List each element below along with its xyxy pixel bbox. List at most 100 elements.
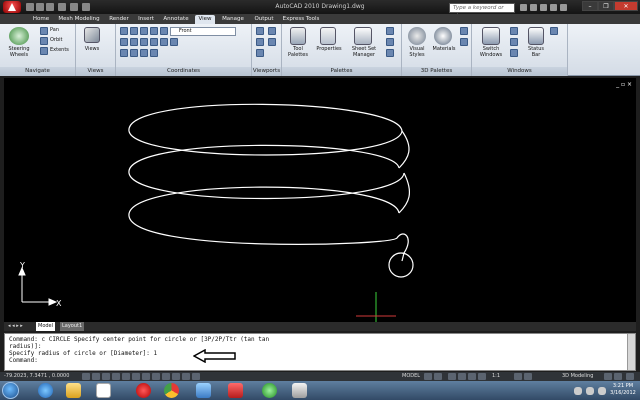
ucs-apply-icon[interactable] xyxy=(120,49,128,57)
ucs-object-icon[interactable] xyxy=(160,27,168,35)
qp-toggle[interactable] xyxy=(182,373,190,380)
3dosnap-toggle[interactable] xyxy=(132,373,140,380)
ucs-world-icon[interactable] xyxy=(130,27,138,35)
viewports-panel-label[interactable]: Viewports xyxy=(252,67,281,76)
extents-label[interactable]: Extents xyxy=(50,47,69,54)
opera-icon[interactable] xyxy=(136,383,151,398)
quickcalc-icon[interactable] xyxy=(386,49,394,57)
named-viewports-icon[interactable] xyxy=(268,27,276,35)
coordinates-readout[interactable]: -79.2023, 7.3471 , 0.0000 xyxy=(4,372,69,381)
annotation-scale[interactable]: 1:1 xyxy=(492,372,500,381)
lwt-toggle[interactable] xyxy=(172,373,180,380)
polar-toggle[interactable] xyxy=(112,373,120,380)
tile-horizontal-icon[interactable] xyxy=(510,27,518,35)
user-interface-icon[interactable] xyxy=(550,27,558,35)
command-window[interactable]: Command: c CIRCLE Specify center point f… xyxy=(4,333,636,371)
join-viewports-icon[interactable] xyxy=(256,38,264,46)
sheet-set-manager-label[interactable]: Sheet Set Manager xyxy=(346,46,382,58)
ucs-x-icon[interactable] xyxy=(150,38,158,46)
pan-icon[interactable] xyxy=(40,27,48,35)
3d-palettes-panel-label[interactable]: 3D Palettes xyxy=(402,67,471,76)
pan-label[interactable]: Pan xyxy=(50,27,59,34)
autoscale-icon[interactable] xyxy=(524,373,532,380)
orbit-icon[interactable] xyxy=(40,37,48,45)
drawing-viewport[interactable]: _ ▫ × Y X xyxy=(4,78,636,322)
views-panel-label[interactable]: Views xyxy=(76,67,115,76)
restore-button[interactable]: ❐ xyxy=(598,1,614,11)
steeringwheel-status-icon[interactable] xyxy=(468,373,476,380)
cascade-icon[interactable] xyxy=(510,49,518,57)
palettes-panel-label[interactable]: Palettes xyxy=(282,67,401,76)
properties-label[interactable]: Properties xyxy=(312,46,346,52)
autocad-taskbar-icon[interactable] xyxy=(228,383,243,398)
tab-annotate[interactable]: Annotate xyxy=(160,15,192,24)
viewport-config-icon[interactable] xyxy=(256,27,264,35)
tab-view[interactable]: View xyxy=(195,15,215,24)
ucs-origin-icon[interactable] xyxy=(120,38,128,46)
lock-icon[interactable] xyxy=(604,373,612,380)
coordinates-panel-label[interactable]: Coordinates xyxy=(116,67,251,76)
status-bar-icon[interactable] xyxy=(528,27,544,45)
paint-icon[interactable] xyxy=(96,383,111,398)
tab-insert[interactable]: Insert xyxy=(135,15,157,24)
utorrent-icon[interactable] xyxy=(262,383,277,398)
ucs-view-select[interactable]: Front xyxy=(170,27,236,36)
ucs-face-icon[interactable] xyxy=(150,27,158,35)
switch-windows-icon[interactable] xyxy=(482,27,500,45)
model-space-label[interactable]: MODEL xyxy=(402,372,420,381)
command-input[interactable]: Command: xyxy=(9,357,631,364)
pan-status-icon[interactable] xyxy=(448,373,456,380)
tab-express-tools[interactable]: Express Tools xyxy=(281,15,321,24)
markup-set-icon[interactable] xyxy=(386,38,394,46)
navigate-panel-label[interactable]: Navigate xyxy=(0,67,75,76)
dyn-toggle[interactable] xyxy=(162,373,170,380)
properties-icon[interactable] xyxy=(320,27,336,45)
quick-view-layouts-icon[interactable] xyxy=(424,373,432,380)
materials-label[interactable]: Materials xyxy=(428,46,460,52)
ortho-toggle[interactable] xyxy=(102,373,110,380)
switch-windows-label[interactable]: Switch Windows xyxy=(474,46,508,58)
clip-viewport-icon[interactable] xyxy=(268,38,276,46)
ducs-toggle[interactable] xyxy=(152,373,160,380)
steering-wheels-icon[interactable] xyxy=(9,27,29,45)
grid-toggle[interactable] xyxy=(92,373,100,380)
otrack-toggle[interactable] xyxy=(142,373,150,380)
tab-manage[interactable]: Manage xyxy=(219,15,247,24)
file-explorer-icon[interactable] xyxy=(66,383,81,398)
orbit-label[interactable]: Orbit xyxy=(50,37,63,44)
design-center-icon[interactable] xyxy=(386,27,394,35)
windows-media-icon[interactable] xyxy=(196,383,211,398)
drawing-canvas[interactable]: Y X xyxy=(4,78,636,322)
sheet-set-manager-icon[interactable] xyxy=(354,27,372,45)
workspace-switch[interactable]: 3D Modeling xyxy=(562,372,593,381)
taskbar-clock[interactable]: 3:21 PM 3/16/2012 xyxy=(610,383,636,397)
start-button[interactable] xyxy=(2,382,19,399)
visual-styles-icon[interactable] xyxy=(408,27,426,45)
close-button[interactable]: ✕ xyxy=(614,1,638,11)
windows-panel-label[interactable]: Windows xyxy=(472,67,567,76)
tab-layout1[interactable]: Layout1 xyxy=(60,322,85,331)
ucs-z-icon[interactable] xyxy=(170,38,178,46)
ucs-3point-icon[interactable] xyxy=(140,38,148,46)
chrome-icon[interactable] xyxy=(164,383,179,398)
minimize-button[interactable]: – xyxy=(582,1,598,11)
ucs-previous-icon[interactable] xyxy=(140,27,148,35)
search-icon[interactable] xyxy=(520,4,527,11)
extents-icon[interactable] xyxy=(40,47,48,55)
tray-power-icon[interactable] xyxy=(598,387,606,395)
tab-model[interactable]: Model xyxy=(36,322,56,331)
tab-render[interactable]: Render xyxy=(106,15,132,24)
tray-network-icon[interactable] xyxy=(574,387,582,395)
command-scrollbar[interactable] xyxy=(627,334,635,370)
views-cube-icon[interactable] xyxy=(84,27,100,43)
subscription-icon[interactable] xyxy=(530,4,537,11)
tray-settings-icon[interactable] xyxy=(614,373,622,380)
search-input[interactable]: Type a keyword or phrase xyxy=(449,3,515,19)
ucs-zaxis-icon[interactable] xyxy=(130,38,138,46)
ucs-display-icon[interactable] xyxy=(150,49,158,57)
quick-view-drawings-icon[interactable] xyxy=(434,373,442,380)
zoom-status-icon[interactable] xyxy=(458,373,466,380)
pen-tool-icon[interactable] xyxy=(292,383,307,398)
ucs-named-icon[interactable] xyxy=(130,49,138,57)
ucs-icon-settings-icon[interactable] xyxy=(140,49,148,57)
